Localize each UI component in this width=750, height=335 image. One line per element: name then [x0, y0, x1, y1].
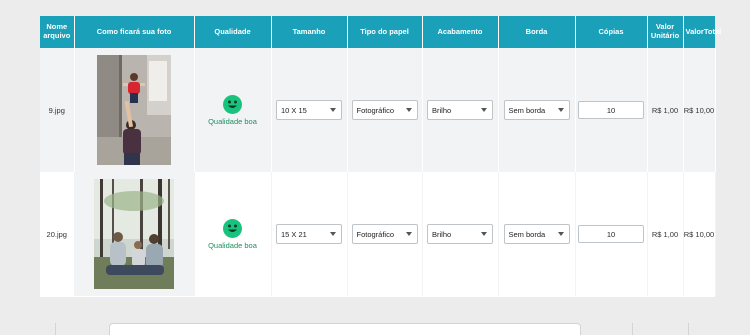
- finish-select[interactable]: Brilho: [427, 224, 493, 244]
- header-finish: Acabamento: [422, 16, 499, 48]
- smiley-happy-icon: [223, 94, 242, 114]
- size-select-value: 10 X 15: [281, 105, 307, 115]
- table-row: 9.jpg Qualidade boa 10 X 15 Fotográfico …: [40, 48, 716, 172]
- header-paper-type: Tipo do papel: [347, 16, 423, 48]
- paper-type-select[interactable]: Fotográfico: [351, 224, 418, 244]
- size-select[interactable]: 10 X 15: [276, 100, 342, 120]
- header-size: Tamanho: [271, 16, 348, 48]
- filename-cell: 20.jpg: [40, 172, 75, 296]
- finish-select-value: Brilho: [432, 229, 452, 239]
- quality-cell: Qualidade boa: [194, 48, 272, 172]
- chevron-down-icon: [330, 108, 336, 112]
- table-header-row: Nome arquivo Como ficará sua foto Qualid…: [40, 16, 721, 48]
- finish-select-value: Brilho: [432, 105, 452, 115]
- size-select-value: 15 X 21: [281, 229, 307, 239]
- quality-cell: Qualidade boa: [194, 172, 272, 296]
- header-unit-price: Valor Unitário: [647, 16, 684, 48]
- copies-input[interactable]: [578, 101, 644, 119]
- copies-input[interactable]: [578, 225, 644, 243]
- order-table-card: Nome arquivo Como ficará sua foto Qualid…: [40, 16, 721, 297]
- border-select-value: Sem borda: [508, 229, 546, 239]
- finish-cell: Brilho: [422, 48, 499, 172]
- filename-cell: 9.jpg: [40, 48, 75, 172]
- paper-cell: Fotográfico: [347, 48, 423, 172]
- copies-cell: [575, 48, 648, 172]
- divider: [688, 323, 689, 335]
- unit-price-cell: R$ 1,00: [647, 48, 684, 172]
- paper-type-select-value: Fotográfico: [356, 229, 395, 239]
- bottom-panel: [109, 323, 581, 335]
- header-quality: Qualidade: [194, 16, 272, 48]
- photo-family-forest-thumbnail[interactable]: [94, 179, 174, 289]
- size-select[interactable]: 15 X 21: [276, 224, 342, 244]
- finish-select[interactable]: Brilho: [427, 100, 493, 120]
- total-cell: R$ 10,00: [683, 48, 716, 172]
- divider: [632, 323, 633, 335]
- smiley-happy-icon: [223, 218, 242, 238]
- chevron-down-icon: [557, 108, 564, 112]
- unit-price-cell: R$ 1,00: [647, 172, 684, 296]
- paper-cell: Fotográfico: [347, 172, 423, 296]
- photo-preview-cell: [74, 172, 195, 296]
- paper-type-select[interactable]: Fotográfico: [351, 100, 418, 120]
- header-total: ValorTotal: [683, 16, 721, 48]
- divider: [55, 323, 56, 335]
- photo-order-table: Nome arquivo Como ficará sua foto Qualid…: [40, 16, 721, 296]
- quality-label: Qualidade boa: [208, 240, 257, 250]
- chevron-down-icon: [330, 232, 336, 236]
- chevron-down-icon: [405, 108, 412, 112]
- finish-cell: Brilho: [422, 172, 499, 296]
- size-cell: 10 X 15: [271, 48, 348, 172]
- photo-child-thumbnail[interactable]: [97, 55, 171, 165]
- border-cell: Sem borda: [498, 48, 576, 172]
- paper-type-select-value: Fotográfico: [356, 105, 395, 115]
- header-copies: Cópias: [575, 16, 648, 48]
- header-border: Borda: [498, 16, 576, 48]
- header-preview: Como ficará sua foto: [74, 16, 195, 48]
- photo-preview-cell: [74, 48, 195, 172]
- border-select[interactable]: Sem borda: [503, 100, 570, 120]
- chevron-down-icon: [405, 232, 412, 236]
- border-cell: Sem borda: [498, 172, 576, 296]
- header-filename: Nome arquivo: [40, 16, 75, 48]
- border-select[interactable]: Sem borda: [503, 224, 570, 244]
- copies-cell: [575, 172, 648, 296]
- chevron-down-icon: [557, 232, 564, 236]
- quality-label: Qualidade boa: [208, 116, 257, 126]
- chevron-down-icon: [481, 108, 487, 112]
- border-select-value: Sem borda: [508, 105, 546, 115]
- size-cell: 15 X 21: [271, 172, 348, 296]
- table-row: 20.jpg Qualidade boa 15 X 21 Fotográfico…: [40, 172, 716, 296]
- total-cell: R$ 10,00: [683, 172, 716, 296]
- chevron-down-icon: [481, 232, 487, 236]
